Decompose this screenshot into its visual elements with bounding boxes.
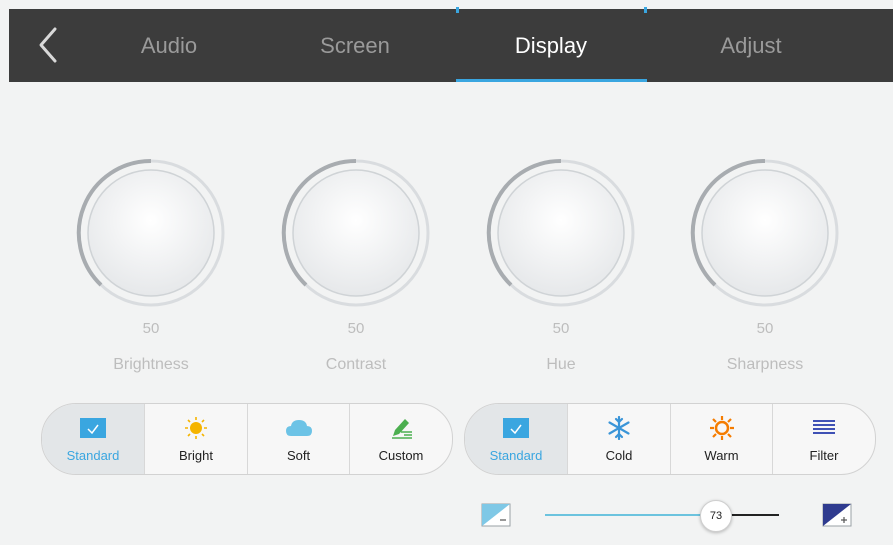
color-temp-warm-label: Warm	[704, 448, 739, 463]
picture-mode-standard[interactable]: Standard	[42, 404, 145, 474]
lines-icon	[813, 420, 835, 434]
pencil-icon	[392, 419, 412, 439]
increase-icon	[822, 503, 852, 527]
increase-button[interactable]	[822, 503, 852, 527]
color-temp-cold-label: Cold	[605, 448, 633, 463]
color-temp-filter-label: Filter	[809, 448, 839, 463]
tab-indicator-corner	[456, 7, 459, 13]
back-button[interactable]	[29, 25, 69, 65]
tab-display[interactable]: Display	[471, 9, 631, 82]
contrast-knob[interactable]	[278, 155, 434, 311]
warm-sun-icon	[709, 416, 734, 440]
chevron-left-icon	[39, 27, 57, 63]
active-tab-underline	[456, 79, 647, 82]
brightness-value: 50	[142, 320, 160, 337]
sharpness-knob[interactable]	[687, 155, 843, 311]
standard-icon	[503, 418, 529, 438]
tab-adjust[interactable]: Adjust	[671, 9, 831, 82]
color-temp-standard[interactable]: Standard	[465, 404, 568, 474]
sharpness-value: 50	[756, 320, 774, 337]
cloud-icon	[285, 420, 312, 436]
decrease-icon	[481, 503, 511, 527]
tab-indicator-corner	[644, 7, 647, 13]
picture-mode-custom[interactable]: Custom	[350, 404, 452, 474]
brightness-label: Brightness	[113, 356, 189, 373]
standard-icon	[80, 418, 106, 438]
hue-label: Hue	[546, 356, 576, 373]
color-temp-standard-label: Standard	[489, 448, 543, 463]
color-temp-filter[interactable]: Filter	[773, 404, 875, 474]
picture-mode-soft[interactable]: Soft	[248, 404, 350, 474]
color-temp-cold[interactable]: Cold	[568, 404, 671, 474]
brightness-knob[interactable]	[73, 155, 229, 311]
contrast-value: 50	[347, 320, 365, 337]
contrast-label: Contrast	[325, 356, 387, 373]
picture-mode-bright[interactable]: Bright	[145, 404, 248, 474]
color-temperature-group: Standard Cold Warm Filter	[464, 403, 876, 475]
picture-mode-soft-label: Soft	[286, 448, 311, 463]
sun-icon	[185, 417, 207, 439]
decrease-button[interactable]	[481, 503, 511, 527]
top-nav-bar: Audio Screen Display Adjust	[9, 7, 893, 82]
picture-mode-group: Standard Bright Soft Custom	[41, 403, 453, 475]
tab-screen[interactable]: Screen	[275, 9, 435, 82]
slider-track-filled	[545, 514, 705, 516]
slider-thumb[interactable]: 73	[700, 500, 732, 532]
color-temp-warm[interactable]: Warm	[671, 404, 773, 474]
snowflake-icon	[608, 416, 630, 440]
hue-value: 50	[552, 320, 570, 337]
picture-mode-standard-label: Standard	[66, 448, 120, 463]
picture-mode-bright-label: Bright	[179, 448, 213, 463]
sharpness-label: Sharpness	[726, 356, 804, 373]
hue-knob[interactable]	[483, 155, 639, 311]
tab-audio[interactable]: Audio	[89, 9, 249, 82]
picture-mode-custom-label: Custom	[378, 448, 424, 463]
slider-track[interactable]	[730, 514, 779, 516]
